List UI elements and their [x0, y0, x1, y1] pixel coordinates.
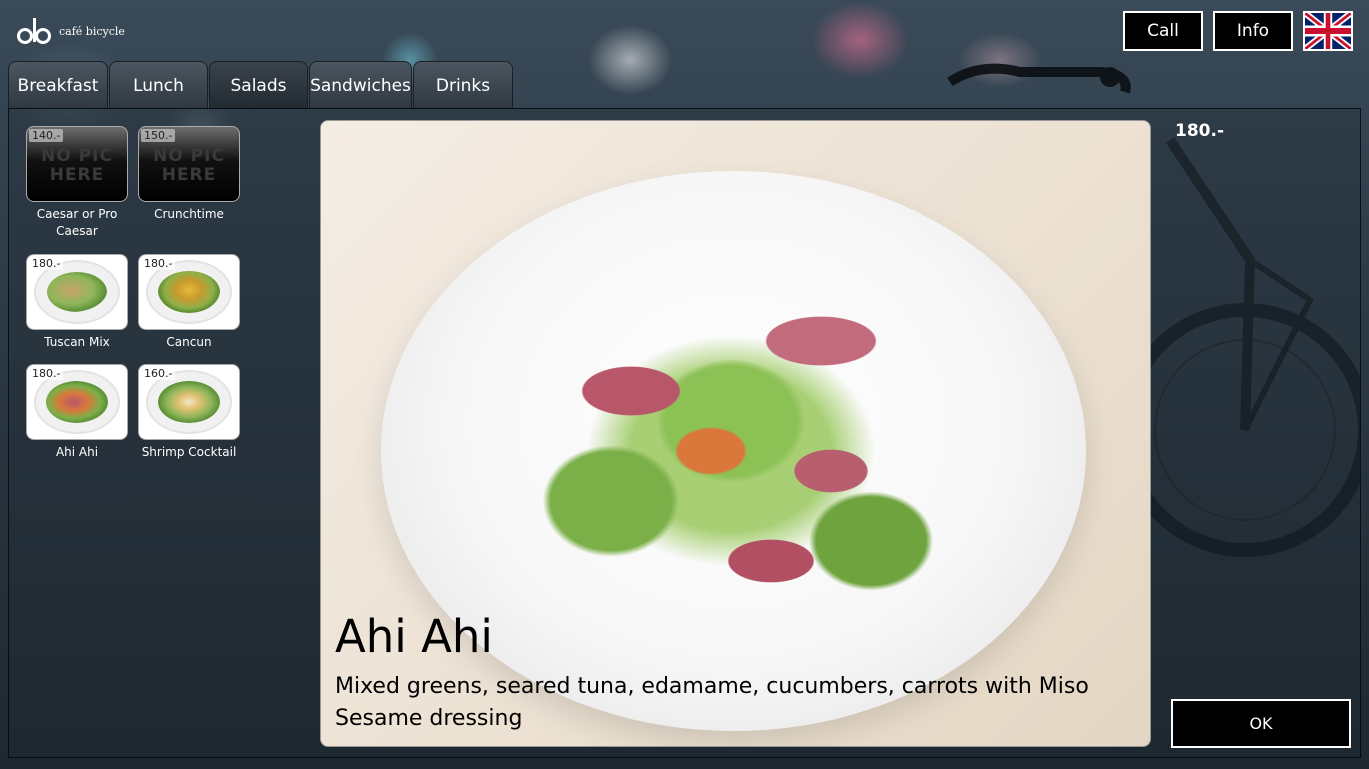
menu-item-shrimp-cocktail[interactable]: 160.- Shrimp Cocktail	[137, 364, 241, 461]
item-price: 180.-	[141, 257, 176, 270]
no-pic-thumbnail: 140.- NO PIC HERE	[26, 126, 128, 202]
dish-description: Mixed greens, seared tuna, edamame, cucu…	[335, 674, 1089, 731]
item-price: 150.-	[141, 129, 176, 142]
salad-thumbnail: 180.-	[138, 254, 240, 330]
item-name: Ahi Ahi	[55, 445, 99, 459]
salad-thumbnail: 180.-	[26, 364, 128, 440]
item-name: Tuscan Mix	[44, 335, 110, 349]
menu-item-tuscan-mix[interactable]: 180.- Tuscan Mix	[25, 254, 129, 351]
dish-photo	[471, 241, 991, 661]
tab-sandwiches[interactable]: Sandwiches	[309, 61, 412, 109]
info-button[interactable]: Info	[1213, 11, 1293, 51]
uk-flag-icon[interactable]	[1303, 11, 1353, 51]
item-name: Cancun	[166, 335, 212, 349]
salad-thumbnail: 160.-	[138, 364, 240, 440]
dish-title: Ahi Ahi	[335, 610, 493, 663]
ok-button[interactable]: OK	[1171, 699, 1351, 748]
tab-lunch[interactable]: Lunch	[109, 61, 208, 109]
no-pic-placeholder: NO PIC HERE	[41, 146, 113, 185]
item-name: Caesar or Pro Caesar	[36, 207, 118, 238]
tab-salads[interactable]: Salads	[209, 61, 308, 109]
category-tabs: Breakfast Lunch Salads Sandwiches Drinks	[8, 61, 514, 109]
tab-drinks[interactable]: Drinks	[413, 61, 513, 109]
menu-item-ahi-ahi[interactable]: 180.- Ahi Ahi	[25, 364, 129, 461]
salad-thumbnail: 180.-	[26, 254, 128, 330]
item-price: 160.-	[141, 367, 176, 380]
item-name: Crunchtime	[154, 207, 224, 221]
call-button[interactable]: Call	[1123, 11, 1203, 51]
item-price: 140.-	[29, 129, 64, 142]
bicycle-background-image	[1150, 137, 1361, 557]
item-name: Shrimp Cocktail	[141, 445, 237, 459]
tab-breakfast[interactable]: Breakfast	[8, 61, 108, 109]
menu-item-cancun[interactable]: 180.- Cancun	[137, 254, 241, 351]
menu-item-crunchtime[interactable]: 150.- NO PIC HERE Crunchtime	[137, 126, 241, 223]
no-pic-thumbnail: 150.- NO PIC HERE	[138, 126, 240, 202]
cafe-bicycle-logo: café bicycle	[17, 16, 125, 44]
no-pic-placeholder: NO PIC HERE	[153, 146, 225, 185]
bicycle-logo-icon	[17, 16, 55, 44]
dish-price: 180.-	[1175, 121, 1224, 141]
handlebar-background-image	[947, 63, 1131, 94]
item-price: 180.-	[29, 257, 64, 270]
item-price: 180.-	[29, 367, 64, 380]
menu-item-caesar[interactable]: 140.- NO PIC HERE Caesar or Pro Caesar	[25, 126, 129, 240]
brand-name: café bicycle	[59, 24, 125, 38]
